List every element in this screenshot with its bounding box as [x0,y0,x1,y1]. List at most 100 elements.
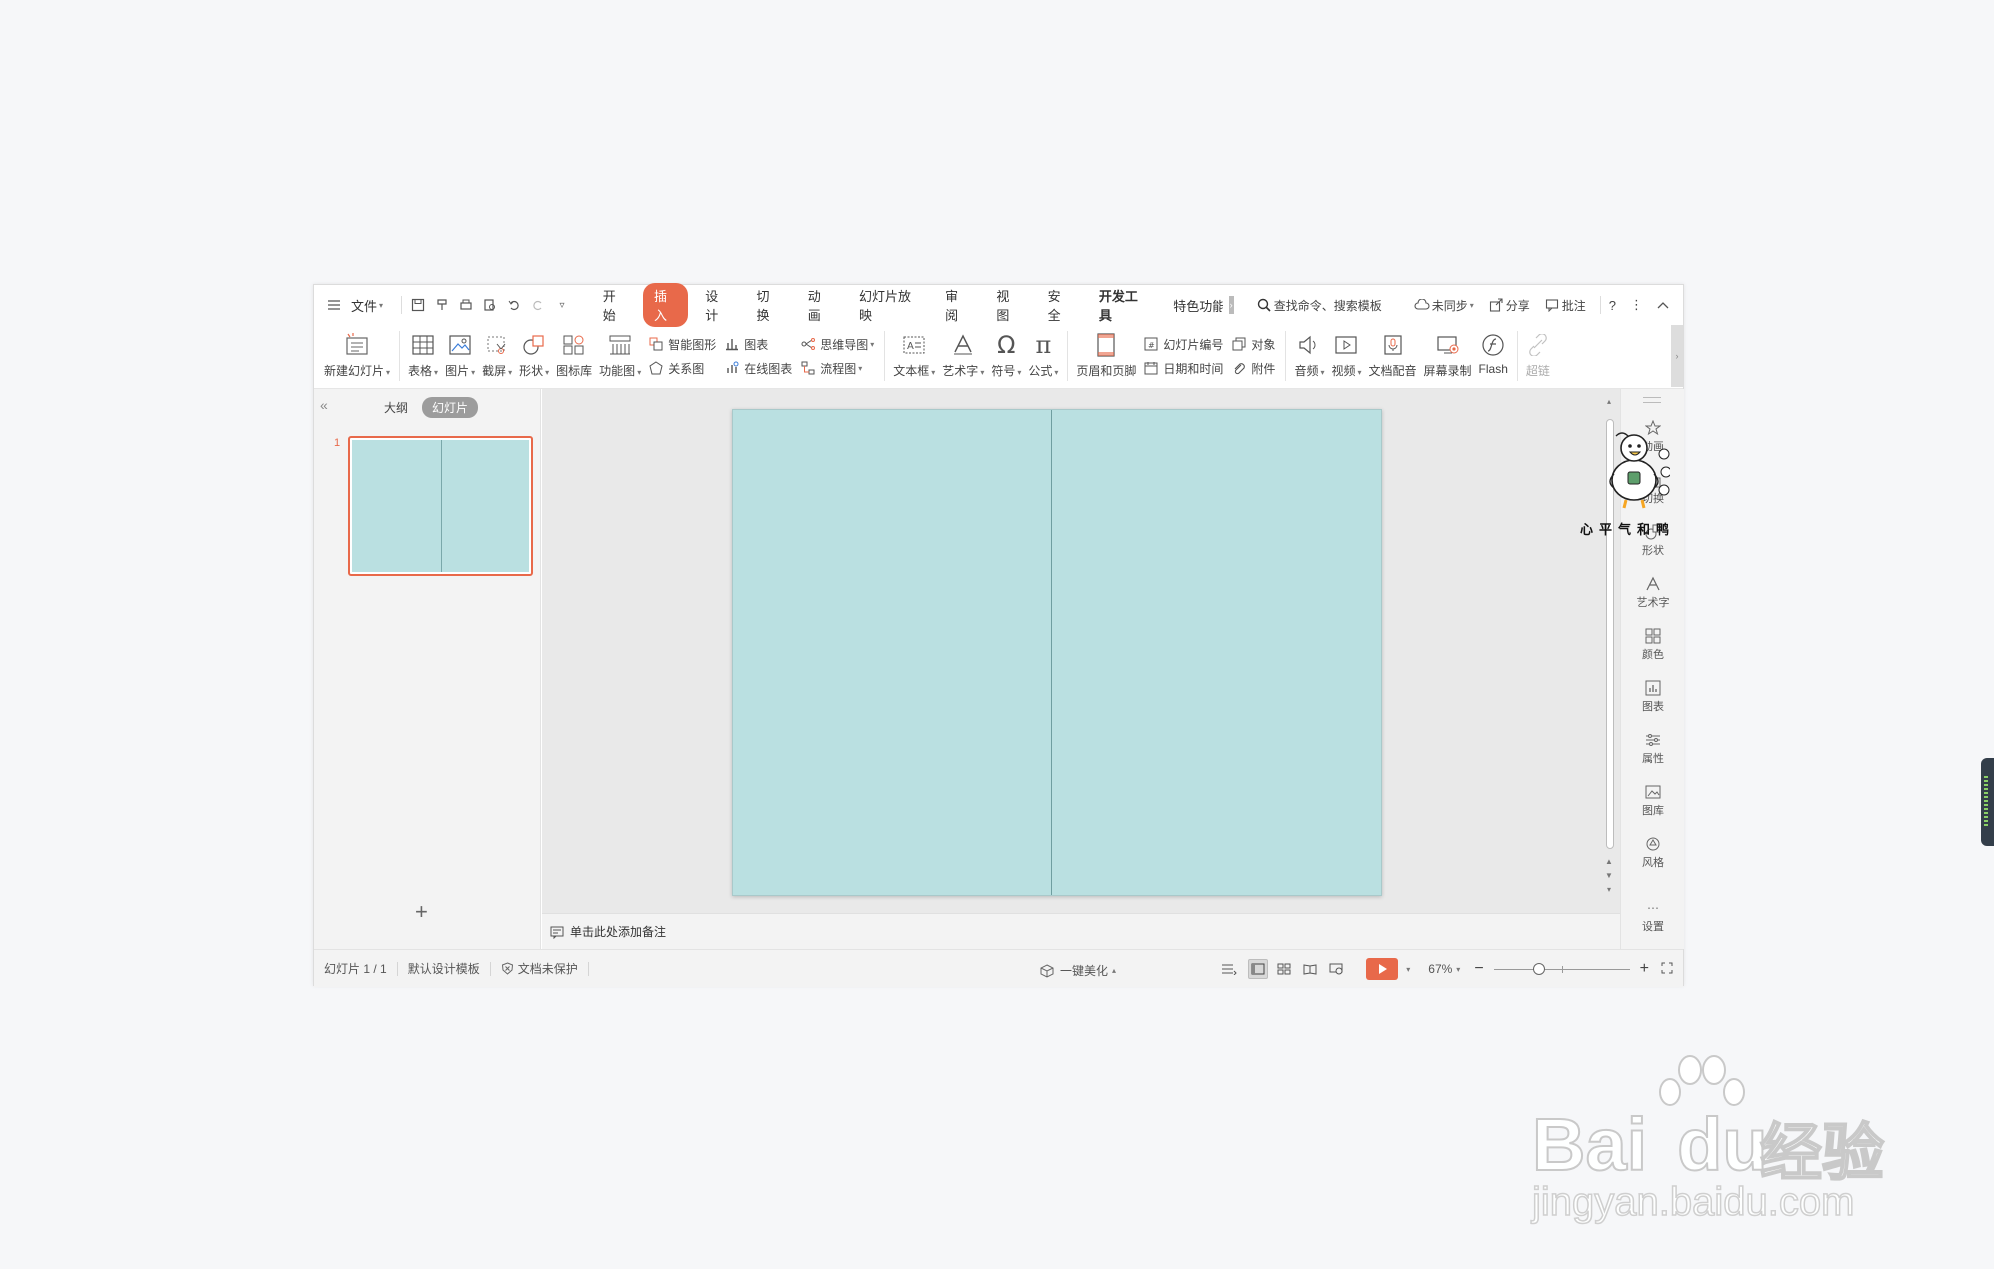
customize-toolbar-icon[interactable]: ▿ [554,297,569,313]
new-slide-button[interactable]: 新建幻灯片 ▾ [324,325,390,385]
smart-art-button[interactable]: 智能图形 [648,332,716,356]
function-chart-button[interactable]: 功能图 ▾ [599,325,641,385]
notes-pane[interactable]: 单击此处添加备注 [542,913,1620,949]
scroll-down-icon[interactable]: ▾ [1604,885,1614,894]
sidebar-item-settings[interactable]: ⋯ 设置 [1621,899,1685,934]
formula-button[interactable]: π 公式 ▾ [1028,325,1058,385]
one-click-beautify-button[interactable]: 一键美化 ▴ [1040,962,1116,979]
play-slideshow-button[interactable] [1366,958,1399,980]
beautify-label: 一键美化 [1060,964,1109,978]
help-button[interactable]: ? [1609,298,1616,313]
tab-outline[interactable]: 大纲 [374,397,418,418]
hyperlink-label: 超链 [1525,364,1550,378]
reading-view-icon[interactable] [1300,959,1320,979]
ribbon-scroll-right[interactable]: › [1671,325,1683,387]
fit-to-window-icon[interactable] [1661,962,1673,977]
slide-vertical-line[interactable] [1051,410,1052,895]
more-options-icon[interactable]: ⋮ [1630,297,1643,313]
undo-icon[interactable] [506,297,521,313]
scroll-up-icon[interactable]: ▴ [1604,397,1614,406]
flash-button[interactable]: Flash [1479,325,1508,385]
file-menu[interactable]: 文件 ▾ [326,296,383,315]
presenter-view-icon[interactable] [1326,959,1346,979]
divider [489,961,491,976]
tab-review[interactable]: 审阅 [934,283,979,327]
shape-button[interactable]: 形状 ▾ [519,325,549,385]
document-protection[interactable]: 文档未保护 [501,960,578,977]
slide-canvas[interactable] [732,409,1382,896]
zoom-level[interactable]: 67% ▾ [1428,962,1460,976]
share-button[interactable]: 分享 [1488,297,1530,314]
collapse-ribbon-icon[interactable] [1657,301,1669,309]
tab-developer[interactable]: 开发工具 [1088,283,1156,327]
tabs-scroll-right-icon[interactable]: › [1228,296,1234,314]
tab-design[interactable]: 设计 [694,283,739,327]
sync-status[interactable]: 未同步 ▾ [1414,297,1474,314]
sidebar-item-style[interactable]: 风格 [1621,835,1685,870]
datetime-button[interactable]: 日期和时间 [1143,356,1223,380]
attachment-button[interactable]: 附件 [1231,356,1275,380]
tab-home[interactable]: 开始 [592,283,637,327]
sidebar-item-properties[interactable]: 属性 [1621,731,1685,766]
tab-features[interactable]: 特色功能 [1162,293,1222,318]
watermark-baidu-text: Bai du [1531,1102,1769,1187]
video-button[interactable]: 视频 ▾ [1331,325,1362,385]
tab-slideshow[interactable]: 幻灯片放映 [848,283,928,327]
screenshot-button[interactable]: 截屏 ▾ [482,325,512,385]
hyperlink-button[interactable]: 超链 [1526,325,1550,385]
audio-button[interactable]: 音频 ▾ [1294,325,1324,385]
zoom-slider[interactable] [1493,962,1630,976]
command-search[interactable]: 查找命令、搜索模板 [1256,297,1382,314]
symbol-button[interactable]: Ω 符号 ▾ [991,325,1021,385]
header-footer-button[interactable]: 页眉和页脚 [1076,325,1136,385]
tab-transitions[interactable]: 切换 [745,283,790,327]
tab-slides[interactable]: 幻灯片 [422,397,479,418]
tab-security[interactable]: 安全 [1037,283,1082,327]
online-chart-button[interactable]: 在线图表 [724,356,792,380]
comment-button[interactable]: 批注 [1544,297,1586,314]
tab-animations[interactable]: 动画 [797,283,842,327]
design-template[interactable]: 默认设计模板 [408,960,480,977]
play-options-chevron-icon[interactable]: ▾ [1406,965,1410,974]
slide-thumbnail[interactable] [348,436,533,576]
zoom-out-icon[interactable]: − [1474,960,1483,978]
picture-button[interactable]: 图片 ▾ [445,325,475,385]
normal-view-icon[interactable] [1248,959,1269,979]
slide-sorter-view-icon[interactable] [1274,959,1294,979]
tab-insert[interactable]: 插入 [642,283,689,327]
textbox-button[interactable]: A 文本框 ▾ [893,325,935,385]
sidebar-item-chart[interactable]: 图表 [1621,679,1685,714]
object-button[interactable]: 对象 [1231,332,1275,356]
doc-voice-button[interactable]: 文档配音 [1369,325,1417,385]
save-icon[interactable] [410,297,425,313]
chart-button[interactable]: 图表 [724,332,792,356]
mindmap-button[interactable]: 思维导图 ▾ [800,332,874,356]
sidebar-grip[interactable] [1643,397,1661,403]
comment-icon [1544,297,1560,313]
sidebar-item-color[interactable]: 颜色 [1621,627,1685,662]
tab-view[interactable]: 视图 [985,283,1030,327]
add-slide-icon[interactable]: + [415,899,428,925]
collapse-panel-icon[interactable]: « [320,397,328,413]
notes-view-icon[interactable] [1216,959,1242,979]
zoom-in-icon[interactable]: + [1640,960,1649,978]
redo-icon[interactable] [530,297,545,313]
slide-number-button[interactable]: # 幻灯片编号 [1143,332,1223,356]
format-painter-icon[interactable] [434,297,449,313]
duck-sticker-caption: 心平气和鸭 [1580,523,1676,538]
sidebar-item-wordart[interactable]: 艺术字 [1621,575,1685,610]
print-icon[interactable] [458,297,473,313]
zoom-slider-handle[interactable] [1532,963,1545,975]
sidebar-item-gallery[interactable]: 图库 [1621,783,1685,818]
side-floating-handle[interactable] [1981,758,1994,846]
screen-record-button[interactable]: 屏幕录制 [1424,325,1472,385]
print-preview-icon[interactable] [482,297,497,313]
scroll-up-page-icon[interactable]: ▲ [1604,857,1614,866]
scroll-down-page-icon[interactable]: ▼ [1604,871,1614,880]
wordart-button[interactable]: 艺术字 ▾ [942,325,984,385]
relation-chart-button[interactable]: 关系图 [648,356,716,380]
table-label: 表格 [408,364,433,378]
table-button[interactable]: 表格 ▾ [408,325,438,385]
flowchart-button[interactable]: 流程图 ▾ [800,356,874,380]
icon-library-button[interactable]: 图标库 [556,325,592,385]
